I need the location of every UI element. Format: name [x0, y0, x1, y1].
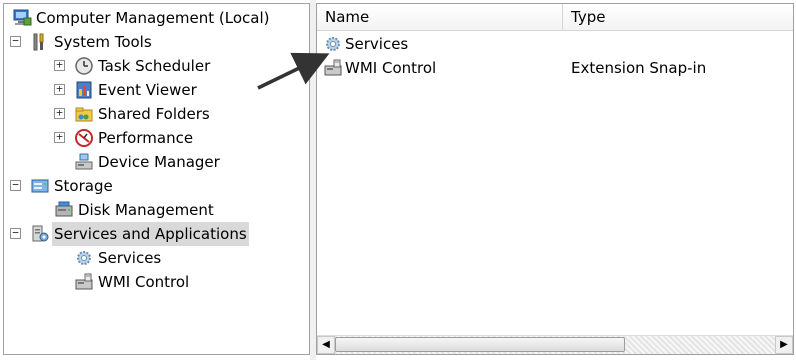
tree-item-label: Computer Management (Local): [36, 9, 270, 27]
expand-toggle[interactable]: +: [54, 131, 65, 143]
tree-item-label: Shared Folders: [98, 105, 210, 123]
wmi-icon: [323, 58, 343, 78]
tree-item-storage[interactable]: − Storage: [4, 174, 304, 198]
tree-item-disk-management[interactable]: Disk Management: [4, 198, 304, 222]
column-header-type[interactable]: Type: [563, 4, 793, 30]
computer-management-icon: [12, 8, 32, 28]
collapse-toggle[interactable]: −: [10, 227, 21, 239]
tools-icon: [30, 32, 50, 52]
scroll-left-button[interactable]: ◀: [317, 336, 335, 354]
storage-icon: [30, 176, 50, 196]
gear-icon: [74, 248, 94, 268]
clock-icon: [74, 56, 94, 76]
services-apps-icon: [30, 224, 50, 244]
tree-item-label: Performance: [98, 129, 194, 147]
tree-item-label: Event Viewer: [98, 81, 197, 99]
horizontal-scrollbar[interactable]: ◀ ▶: [317, 335, 793, 354]
tree-item-label: System Tools: [54, 33, 152, 51]
tree-item-event-viewer[interactable]: + Event Viewer: [4, 78, 304, 102]
scroll-right-button[interactable]: ▶: [775, 336, 793, 354]
tree-item-services[interactable]: Services: [4, 246, 304, 270]
tree-item-system-tools[interactable]: − System Tools: [4, 30, 304, 54]
expand-toggle[interactable]: +: [54, 107, 65, 119]
tree-item-label: Services and Applications: [52, 222, 249, 246]
tree-item-label: Services: [98, 249, 162, 267]
list-cell-name: Services: [345, 35, 409, 53]
tree-item-computer-management[interactable]: Computer Management (Local): [4, 6, 304, 30]
tree-item-label: Device Manager: [98, 153, 220, 171]
expand-toggle[interactable]: +: [54, 83, 65, 95]
column-header-name[interactable]: Name: [317, 4, 563, 30]
performance-icon: [74, 128, 94, 148]
gear-icon: [323, 34, 343, 54]
tree-item-performance[interactable]: + Performance: [4, 126, 304, 150]
tree-item-task-scheduler[interactable]: + Task Scheduler: [4, 54, 304, 78]
expand-toggle[interactable]: +: [54, 59, 65, 71]
collapse-toggle[interactable]: −: [10, 35, 21, 47]
tree-item-label: WMI Control: [98, 273, 190, 291]
list-item-services[interactable]: Services: [317, 32, 793, 56]
disk-icon: [54, 200, 74, 220]
tree-item-device-manager[interactable]: Device Manager: [4, 150, 304, 174]
device-manager-icon: [74, 152, 94, 172]
list-cell-name: WMI Control: [345, 59, 437, 77]
tree-item-label: Storage: [54, 177, 113, 195]
wmi-icon: [74, 272, 94, 292]
shared-folder-icon: [74, 104, 94, 124]
tree-item-shared-folders[interactable]: + Shared Folders: [4, 102, 304, 126]
scroll-thumb[interactable]: [335, 337, 625, 352]
tree-item-label: Task Scheduler: [98, 57, 211, 75]
console-tree: Computer Management (Local) − System Too…: [3, 3, 310, 355]
results-list: Name Type Services WMI Control Extension…: [316, 3, 794, 355]
tree-item-services-and-applications[interactable]: − Services and Applications: [4, 222, 304, 246]
list-item-wmi-control[interactable]: WMI Control Extension Snap-in: [317, 56, 793, 80]
list-cell-type: Extension Snap-in: [571, 59, 707, 77]
tree-item-label: Disk Management: [78, 201, 214, 219]
list-header: Name Type: [317, 4, 793, 31]
computer-management-window: Computer Management (Local) − System Too…: [0, 0, 796, 360]
event-viewer-icon: [74, 80, 94, 100]
tree-item-wmi-control[interactable]: WMI Control: [4, 270, 304, 294]
collapse-toggle[interactable]: −: [10, 179, 21, 191]
